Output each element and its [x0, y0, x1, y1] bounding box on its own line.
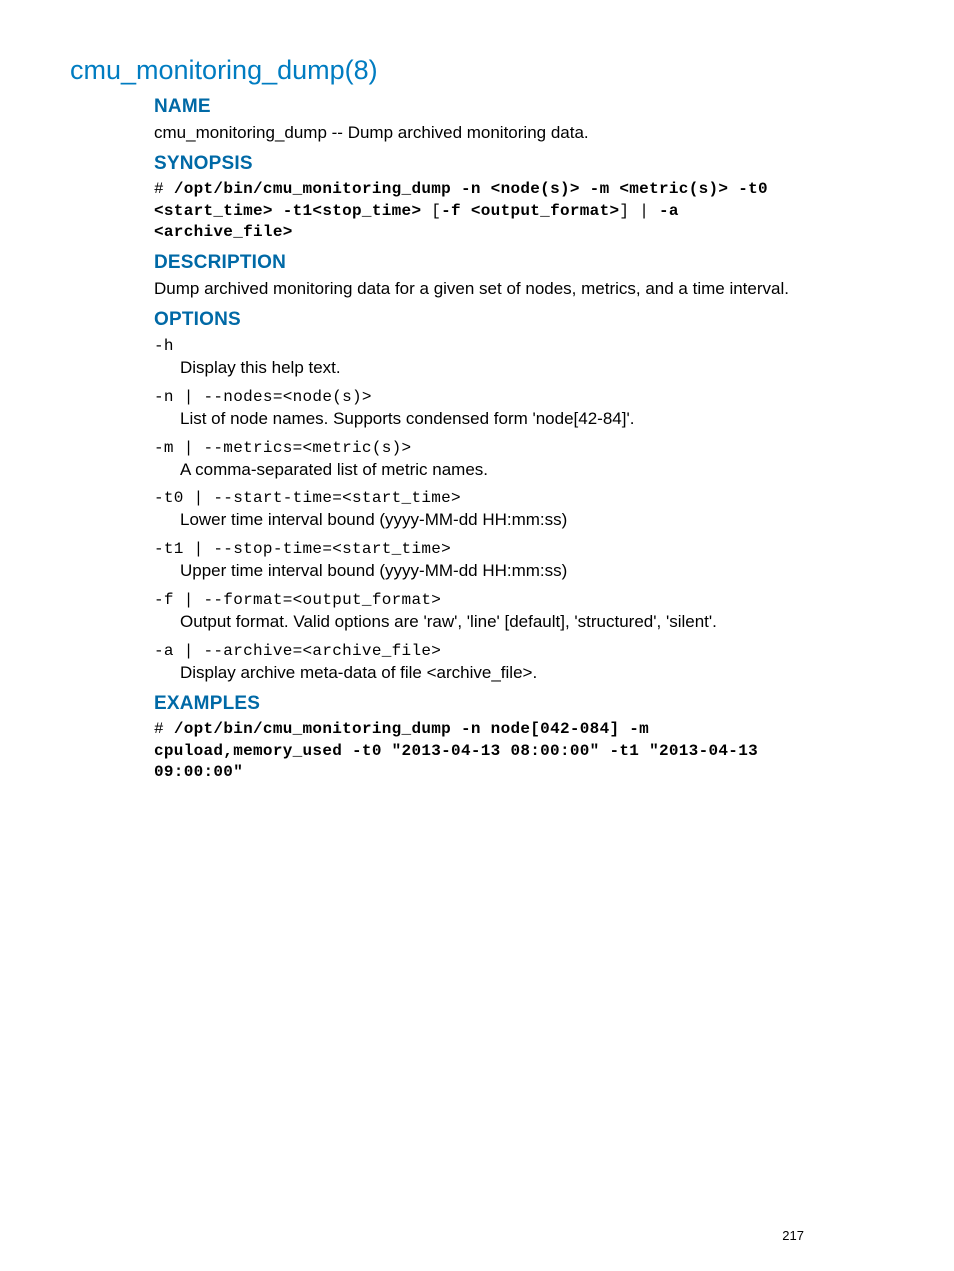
section-description-heading: DESCRIPTION	[154, 252, 804, 274]
page-number: 217	[782, 1228, 804, 1243]
option-desc: Lower time interval bound (yyyy-MM-dd HH…	[180, 509, 804, 532]
description-body: Dump archived monitoring data for a give…	[154, 278, 804, 301]
examples-cmd-text: /opt/bin/cmu_monitoring_dump -n node[042…	[154, 720, 768, 781]
name-body: cmu_monitoring_dump -- Dump archived mon…	[154, 122, 804, 145]
option-flag: -f | --format=<output_format>	[154, 591, 804, 609]
content-body: NAME cmu_monitoring_dump -- Dump archive…	[154, 96, 804, 784]
option-desc: Display this help text.	[180, 357, 804, 380]
option-flag: -h	[154, 337, 804, 355]
option-item: -n | --nodes=<node(s)> List of node name…	[154, 388, 804, 431]
option-item: -t0 | --start-time=<start_time> Lower ti…	[154, 489, 804, 532]
option-item: -m | --metrics=<metric(s)> A comma-separ…	[154, 439, 804, 482]
option-flag: -a | --archive=<archive_file>	[154, 642, 804, 660]
synopsis-cmd-f: -f <output_format>	[441, 202, 619, 220]
synopsis-mid1: [	[421, 202, 441, 220]
section-synopsis-heading: SYNOPSIS	[154, 153, 804, 175]
option-item: -f | --format=<output_format> Output for…	[154, 591, 804, 634]
option-desc: Output format. Valid options are 'raw', …	[180, 611, 804, 634]
page-title: cmu_monitoring_dump(8)	[70, 55, 804, 86]
option-flag: -t1 | --stop-time=<start_time>	[154, 540, 804, 558]
examples-prefix: #	[154, 720, 174, 738]
section-examples-heading: EXAMPLES	[154, 693, 804, 715]
option-flag: -n | --nodes=<node(s)>	[154, 388, 804, 406]
section-options-heading: OPTIONS	[154, 309, 804, 331]
option-desc: Upper time interval bound (yyyy-MM-dd HH…	[180, 560, 804, 583]
option-item: -t1 | --stop-time=<start_time> Upper tim…	[154, 540, 804, 583]
option-item: -h Display this help text.	[154, 337, 804, 380]
option-desc: List of node names. Supports condensed f…	[180, 408, 804, 431]
synopsis-prefix: #	[154, 180, 174, 198]
synopsis-command: # /opt/bin/cmu_monitoring_dump -n <node(…	[154, 179, 804, 244]
option-item: -a | --archive=<archive_file> Display ar…	[154, 642, 804, 685]
option-desc: Display archive meta-data of file <archi…	[180, 662, 804, 685]
option-flag: -t0 | --start-time=<start_time>	[154, 489, 804, 507]
option-flag: -m | --metrics=<metric(s)>	[154, 439, 804, 457]
section-name-heading: NAME	[154, 96, 804, 118]
examples-command: # /opt/bin/cmu_monitoring_dump -n node[0…	[154, 719, 804, 784]
option-desc: A comma-separated list of metric names.	[180, 459, 804, 482]
synopsis-mid2: ] |	[619, 202, 659, 220]
